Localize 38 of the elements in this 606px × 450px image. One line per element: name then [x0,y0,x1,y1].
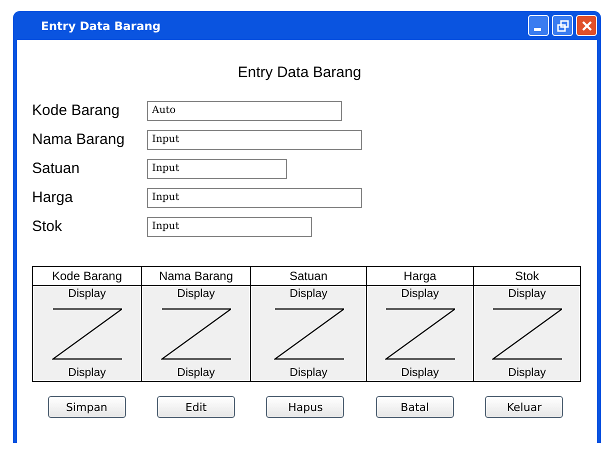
table-cell: Display [290,367,328,379]
input-field[interactable]: Input [147,188,362,208]
field-label: Nama Barang [32,131,126,148]
restore-icon [556,20,568,32]
table-cell: Display [508,367,546,379]
close-button[interactable] [576,15,597,36]
minimize-icon [534,28,541,31]
table-cell: Display [177,367,215,379]
window-title: Entry Data Barang [41,18,161,32]
close-icon [580,20,592,32]
input-field[interactable]: Input [147,158,287,178]
action-button[interactable]: Hapus [266,396,344,418]
table-cell: Display [401,367,439,379]
z-line-drawing [274,308,344,360]
input-field[interactable]: Input [147,216,312,236]
field-label: Harga [32,189,74,206]
form-heading: Entry Data Barang [238,64,362,81]
table-cell: Display [290,288,328,300]
z-line-drawing [492,308,562,360]
z-line-drawing [161,308,231,360]
table-cell: Display [177,288,215,300]
action-button[interactable]: Keluar [485,396,564,418]
table-cell: Display [401,288,439,300]
z-line-drawing [52,308,122,360]
action-button[interactable]: Batal [376,396,454,418]
table-cell: Display [508,288,546,300]
field-label: Stok [32,218,64,235]
restore-button[interactable] [552,15,573,36]
field-label: Satuan [32,160,81,177]
input-field[interactable]: Input [147,130,362,150]
z-line-drawing [385,308,455,360]
action-button[interactable]: Simpan [48,396,126,418]
table-cell: Display [68,367,106,379]
field-label: Kode Barang [32,102,121,119]
minimize-button[interactable] [528,15,549,36]
input-field[interactable]: Auto [147,100,342,120]
table-cell: Display [68,288,106,300]
action-button[interactable]: Edit [157,396,236,418]
